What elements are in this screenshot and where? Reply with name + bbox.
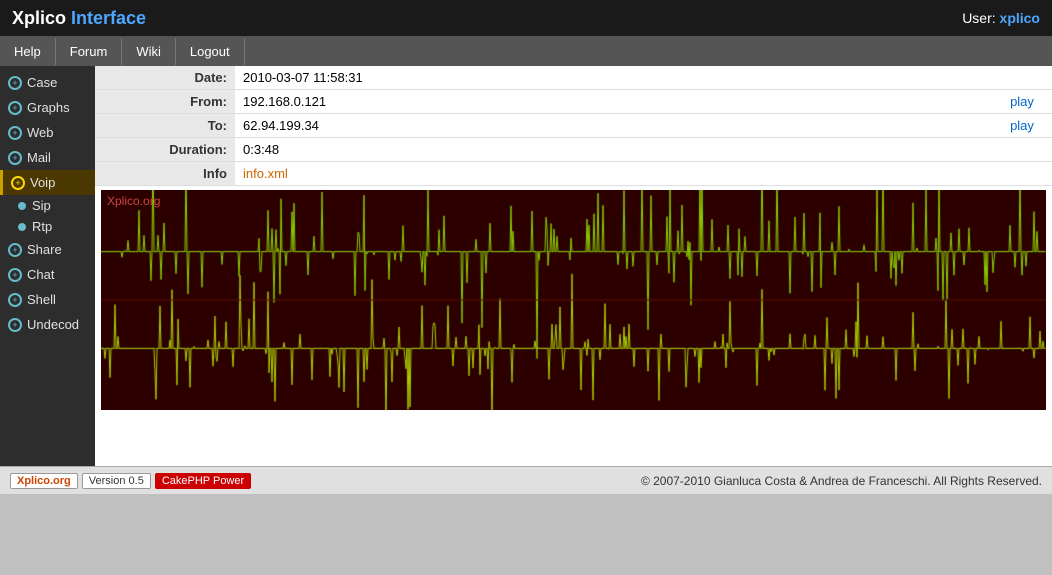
footer-logos: Xplico.org Version 0.5 CakePHP Power [10, 473, 251, 489]
value-to: 62.94.199.34 [235, 114, 992, 138]
info-xml-link[interactable]: info.xml [243, 166, 288, 181]
value-info[interactable]: info.xml [235, 162, 992, 186]
sidebar: + Case + Graphs + Web + Mail + Voip Sip [0, 66, 95, 466]
waveform-canvas [101, 190, 1046, 410]
web-icon: + [8, 126, 22, 140]
sidebar-item-voip[interactable]: + Voip [0, 170, 95, 195]
sidebar-item-mail[interactable]: + Mail [0, 145, 95, 170]
title-bold: Interface [71, 8, 146, 28]
sidebar-item-web[interactable]: + Web [0, 120, 95, 145]
play-cell-to[interactable]: play [992, 114, 1052, 138]
footer: Xplico.org Version 0.5 CakePHP Power © 2… [0, 466, 1052, 494]
label-info: Info [95, 162, 235, 186]
sidebar-label-graphs: Graphs [27, 100, 70, 115]
table-row-info: Info info.xml [95, 162, 1052, 186]
graphs-icon: + [8, 101, 22, 115]
user-info: User: xplico [962, 10, 1040, 26]
value-from: 192.168.0.121 [235, 90, 992, 114]
sidebar-label-web: Web [27, 125, 54, 140]
value-date: 2010-03-07 11:58:31 [235, 66, 992, 90]
sidebar-item-rtp[interactable]: Rtp [0, 216, 95, 237]
sidebar-item-case[interactable]: + Case [0, 70, 95, 95]
play-link-from[interactable]: play [1010, 94, 1034, 109]
nav-forum[interactable]: Forum [56, 38, 123, 65]
footer-copyright: © 2007-2010 Gianluca Costa & Andrea de F… [641, 474, 1042, 488]
label-from: From: [95, 90, 235, 114]
app-header: Xplico Interface User: xplico [0, 0, 1052, 36]
sidebar-section: + Case + Graphs + Web + Mail + Voip Sip [0, 66, 95, 341]
play-cell-date [992, 66, 1052, 90]
navbar: Help Forum Wiki Logout [0, 36, 1052, 66]
mail-icon: + [8, 151, 22, 165]
title-plain: Xplico [12, 8, 66, 28]
app-title: Xplico Interface [12, 8, 146, 29]
table-row-date: Date: 2010-03-07 11:58:31 [95, 66, 1052, 90]
sidebar-label-rtp: Rtp [32, 219, 52, 234]
footer-cake-badge: CakePHP Power [155, 473, 251, 489]
undecod-icon: + [8, 318, 22, 332]
sidebar-label-voip: Voip [30, 175, 55, 190]
play-cell-info [992, 162, 1052, 186]
main-layout: + Case + Graphs + Web + Mail + Voip Sip [0, 66, 1052, 466]
label-to: To: [95, 114, 235, 138]
share-icon: + [8, 243, 22, 257]
waveform-label: Xplico.org [107, 194, 160, 208]
sidebar-item-sip[interactable]: Sip [0, 195, 95, 216]
value-duration: 0:3:48 [235, 138, 992, 162]
play-cell-from[interactable]: play [992, 90, 1052, 114]
sidebar-label-sip: Sip [32, 198, 51, 213]
sidebar-label-share: Share [27, 242, 62, 257]
sidebar-label-case: Case [27, 75, 57, 90]
sidebar-item-shell[interactable]: + Shell [0, 287, 95, 312]
play-link-to[interactable]: play [1010, 118, 1034, 133]
sidebar-label-chat: Chat [27, 267, 54, 282]
table-row-duration: Duration: 0:3:48 [95, 138, 1052, 162]
label-date: Date: [95, 66, 235, 90]
sidebar-item-chat[interactable]: + Chat [0, 262, 95, 287]
table-row-to: To: 62.94.199.34 play [95, 114, 1052, 138]
nav-help[interactable]: Help [0, 38, 56, 65]
sip-bullet [18, 202, 26, 210]
sidebar-label-shell: Shell [27, 292, 56, 307]
sidebar-item-undecod[interactable]: + Undecod [0, 312, 95, 337]
content-area: Date: 2010-03-07 11:58:31 From: 192.168.… [95, 66, 1052, 466]
nav-wiki[interactable]: Wiki [122, 38, 176, 65]
footer-version-badge: Version 0.5 [82, 473, 151, 489]
user-label: User: [962, 10, 995, 26]
label-duration: Duration: [95, 138, 235, 162]
table-row-from: From: 192.168.0.121 play [95, 90, 1052, 114]
info-table: Date: 2010-03-07 11:58:31 From: 192.168.… [95, 66, 1052, 186]
sidebar-label-undecod: Undecod [27, 317, 79, 332]
sidebar-label-mail: Mail [27, 150, 51, 165]
play-cell-duration [992, 138, 1052, 162]
chat-icon: + [8, 268, 22, 282]
username: xplico [1000, 10, 1040, 26]
sidebar-item-share[interactable]: + Share [0, 237, 95, 262]
footer-xplico-badge: Xplico.org [10, 473, 78, 489]
voip-icon: + [11, 176, 25, 190]
waveform-container: Xplico.org [101, 190, 1046, 410]
case-icon: + [8, 76, 22, 90]
rtp-bullet [18, 223, 26, 231]
sidebar-item-graphs[interactable]: + Graphs [0, 95, 95, 120]
nav-logout[interactable]: Logout [176, 38, 245, 65]
shell-icon: + [8, 293, 22, 307]
